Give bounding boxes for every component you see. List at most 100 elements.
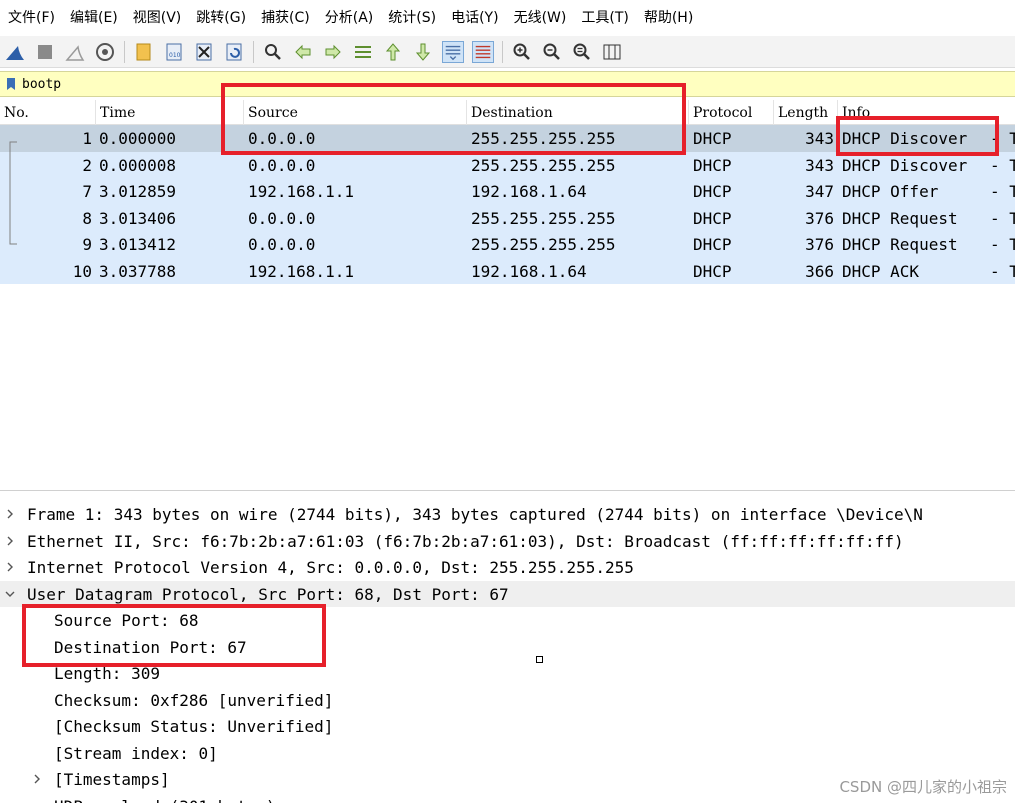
find-packet-icon[interactable]	[262, 41, 284, 63]
packet-list: No. Time Source Destination Protocol Len…	[0, 100, 1015, 490]
capture-options-gear-icon[interactable]	[94, 41, 116, 63]
packet-details-pane: Frame 1: 343 bytes on wire (2744 bits), …	[0, 490, 1015, 803]
zoom-in-icon[interactable]	[511, 41, 533, 63]
packet-cell-source: 192.168.1.1	[248, 182, 354, 201]
menu-item-6[interactable]: 统计(S)	[382, 0, 445, 36]
detail-text: [Timestamps]	[54, 770, 170, 789]
column-header-length[interactable]: Length	[774, 100, 838, 125]
packet-cell-destination: 255.255.255.255	[471, 235, 616, 254]
display-filter-bar	[0, 71, 1015, 97]
detail-text: Length: 309	[54, 664, 160, 683]
packet-row[interactable]: 8 3.013406 0.0.0.0 255.255.255.255 DHCP 376 DH…	[0, 204, 1015, 231]
detail-row[interactable]: Source Port: 68	[0, 607, 1015, 634]
detail-text: [Stream index: 0]	[54, 743, 218, 763]
packet-cell-source: 0.0.0.0	[248, 129, 316, 148]
menu-item-7[interactable]: 电话(Y)	[445, 0, 507, 36]
menu-item-10[interactable]: 帮助(H)	[638, 0, 702, 36]
resize-columns-icon[interactable]	[601, 41, 623, 63]
auto-scroll-icon[interactable]	[442, 40, 464, 63]
column-header-protocol[interactable]: Protocol	[689, 100, 774, 125]
tree-collapsed-chevron-icon[interactable]	[3, 554, 17, 580]
menu-item-4[interactable]: 捕获(C)	[255, 0, 319, 36]
detail-row[interactable]: Checksum: 0xf286 [unverified]	[0, 687, 1015, 714]
column-header-info[interactable]: Info	[838, 100, 1015, 125]
go-forward-icon[interactable]	[322, 41, 344, 63]
save-file-icon[interactable]: 010	[163, 41, 185, 63]
go-first-icon[interactable]	[382, 41, 404, 63]
packet-row[interactable]: 2 0.000008 0.0.0.0 255.255.255.255 DHCP 343 DH…	[0, 151, 1015, 178]
tree-collapsed-chevron-icon[interactable]	[3, 501, 17, 527]
detail-text: UDP payload (301 bytes)	[54, 793, 276, 803]
main-toolbar: 010	[0, 36, 1015, 68]
detail-row[interactable]: Ethernet II, Src: f6:7b:2b:a7:61:03 (f6:…	[0, 528, 1015, 555]
watermark: CSDN @四儿家的小祖宗	[839, 778, 1007, 796]
packet-cell-tail: - T	[990, 155, 1015, 175]
stop-square-icon[interactable]	[34, 41, 56, 63]
packet-cell-length: 366	[805, 261, 834, 281]
go-back-icon[interactable]	[292, 41, 314, 63]
open-file-icon[interactable]	[133, 41, 155, 63]
detail-row[interactable]: [Checksum Status: Unverified]	[0, 713, 1015, 740]
restart-fin-icon[interactable]	[64, 41, 86, 63]
packet-cell-protocol: DHCP	[693, 208, 732, 228]
packet-row[interactable]: 10 3.037788 192.168.1.1 192.168.1.64 DHCP 366…	[0, 257, 1015, 284]
detail-row[interactable]: Destination Port: 67	[0, 634, 1015, 661]
packet-cell-info: DHCP Request	[842, 208, 958, 228]
packet-cell-source: 0.0.0.0	[248, 208, 316, 228]
packet-cell-destination: 192.168.1.64	[471, 261, 587, 281]
toolbar-separator	[124, 40, 125, 63]
tree-expanded-chevron-icon[interactable]	[3, 581, 17, 607]
packet-cell-info: DHCP Discover	[842, 155, 968, 175]
menu-item-9[interactable]: 工具(T)	[575, 0, 637, 36]
detail-text: Internet Protocol Version 4, Src: 0.0.0.…	[27, 558, 634, 577]
menu-item-2[interactable]: 视图(V)	[127, 0, 191, 36]
menu-item-0[interactable]: 文件(F)	[2, 0, 64, 36]
filter-bookmark-icon[interactable]	[0, 72, 22, 96]
detail-text: Destination Port: 67	[54, 637, 247, 657]
packet-cell-tail: - T	[990, 261, 1015, 281]
column-header-destination[interactable]: Destination	[467, 100, 689, 125]
menu-item-8[interactable]: 无线(W)	[508, 0, 576, 36]
detail-text: Frame 1: 343 bytes on wire (2744 bits), …	[27, 505, 923, 524]
detail-row[interactable]: [Stream index: 0]	[0, 740, 1015, 767]
menu-item-1[interactable]: 编辑(E)	[64, 0, 127, 36]
zoom-reset-icon[interactable]	[571, 41, 593, 63]
column-header-no[interactable]: No.	[0, 100, 96, 125]
packet-cell-length: 343	[805, 155, 834, 175]
zoom-out-icon[interactable]	[541, 41, 563, 63]
packet-cell-time: 3.012859	[99, 182, 177, 201]
close-file-icon[interactable]	[193, 41, 215, 63]
packet-cell-destination: 255.255.255.255	[471, 129, 616, 148]
menu-item-5[interactable]: 分析(A)	[319, 0, 383, 36]
column-header-time[interactable]: Time	[96, 100, 244, 125]
conversation-bracket-icon	[9, 141, 17, 245]
packet-cell-source: 0.0.0.0	[248, 155, 316, 175]
colorize-icon[interactable]	[472, 40, 494, 63]
detail-row[interactable]: Internet Protocol Version 4, Src: 0.0.0.…	[0, 554, 1015, 581]
menu-item-3[interactable]: 跳转(G)	[190, 0, 255, 36]
tree-collapsed-chevron-icon[interactable]	[3, 528, 17, 554]
packet-row[interactable]: 9 3.013412 0.0.0.0 255.255.255.255 DHCP 376 DH…	[0, 231, 1015, 258]
go-to-packet-icon[interactable]	[352, 41, 374, 63]
packet-cell-time: 3.013406	[99, 208, 177, 228]
detail-text: User Datagram Protocol, Src Port: 68, Ds…	[27, 584, 509, 604]
reload-icon[interactable]	[223, 41, 245, 63]
detail-row[interactable]: Frame 1: 343 bytes on wire (2744 bits), …	[0, 501, 1015, 528]
svg-text:010: 010	[169, 52, 181, 59]
packet-cell-length: 376	[805, 208, 834, 228]
tree-collapsed-chevron-icon[interactable]	[30, 766, 44, 792]
column-header-source[interactable]: Source	[244, 100, 467, 125]
display-filter-input[interactable]	[22, 73, 1002, 95]
packet-cell-protocol: DHCP	[693, 155, 732, 175]
go-last-icon[interactable]	[412, 41, 434, 63]
menu-bar: 文件(F) 编辑(E) 视图(V) 跳转(G) 捕获(C) 分析(A) 统计(S) 电话(Y)…	[0, 0, 1015, 36]
shark-fin-start-icon[interactable]	[4, 41, 26, 63]
detail-row[interactable]: User Datagram Protocol, Src Port: 68, Ds…	[0, 580, 1015, 607]
detail-row[interactable]: Length: 309	[0, 660, 1015, 687]
packet-row[interactable]: 7 3.012859 192.168.1.1 192.168.1.64 DHCP 347 D…	[0, 178, 1015, 205]
packet-cell-length: 343	[805, 129, 834, 148]
packet-row[interactable]: 1 0.000000 0.0.0.0 255.255.255.255 DHCP 343 DH…	[0, 125, 1015, 152]
packet-cell-source: 192.168.1.1	[248, 261, 354, 281]
packet-cell-length: 376	[805, 235, 834, 254]
detail-text: Ethernet II, Src: f6:7b:2b:a7:61:03 (f6:…	[27, 531, 904, 551]
